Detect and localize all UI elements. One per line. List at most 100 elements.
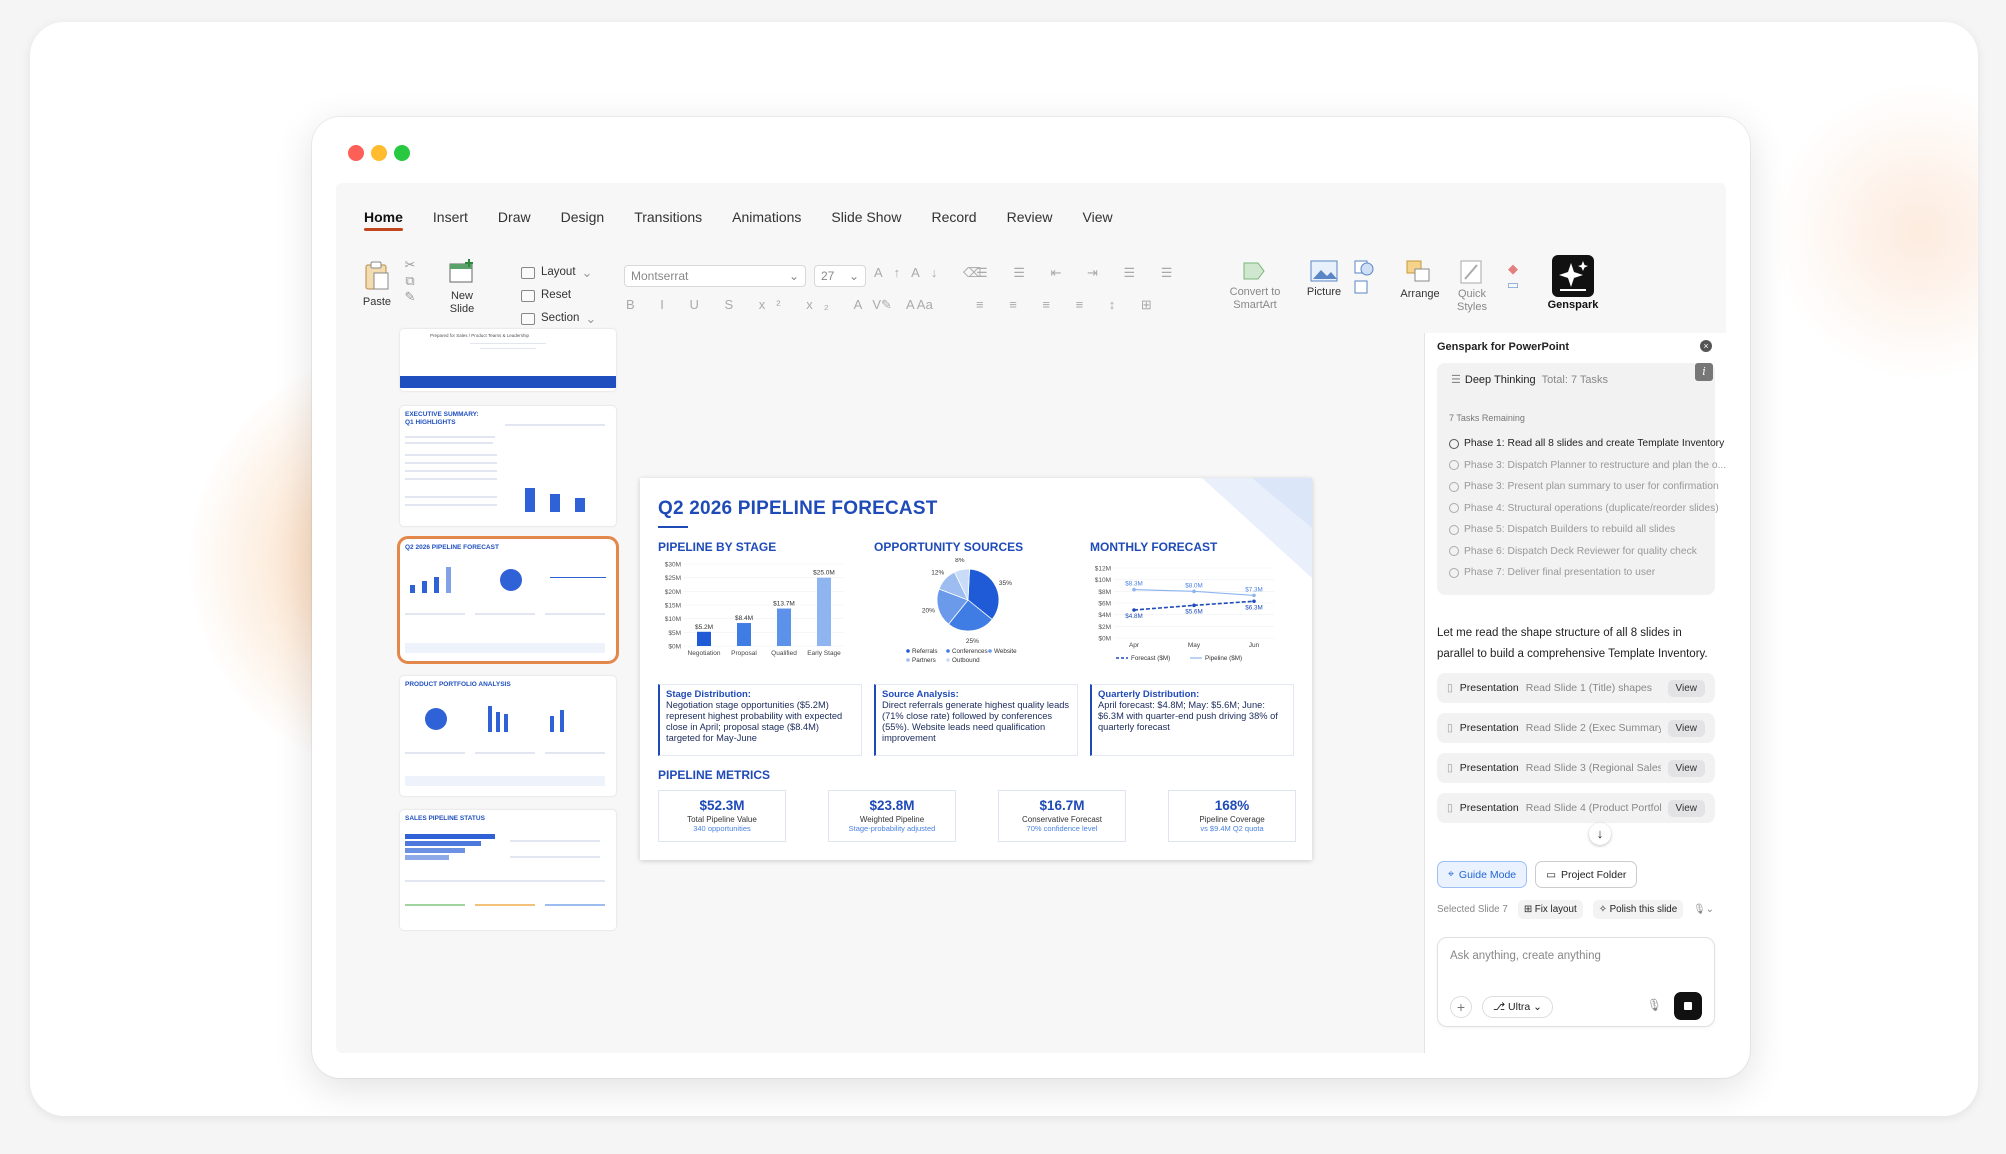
tab-home[interactable]: Home: [364, 209, 403, 231]
bar-value-label: $25.0M: [813, 570, 835, 577]
voice-options-icon[interactable]: 🎙⌄: [1693, 904, 1714, 915]
bar-value-label: $8.4M: [735, 615, 753, 622]
task-item: Phase 5: Dispatch Builders to rebuild al…: [1449, 519, 1726, 541]
tab-animations[interactable]: Animations: [732, 209, 801, 231]
microphone-icon[interactable]: 🎙: [1647, 998, 1662, 1012]
arrange-label: Arrange: [1400, 288, 1440, 300]
task-status-icon: [1449, 524, 1459, 535]
document-icon: ▯: [1447, 802, 1453, 814]
metric-card: 168% Pipeline Coverage vs $9.4M Q2 quota: [1168, 790, 1296, 842]
y-tick-label: $25M: [665, 575, 681, 582]
view-button[interactable]: View: [1667, 759, 1705, 777]
current-slide[interactable]: Q2 2026 PIPELINE FORECAST PIPELINE BY ST…: [640, 478, 1312, 860]
maximize-window-button[interactable]: [394, 145, 410, 161]
slide-canvas: Q2 2026 PIPELINE FORECAST PIPELINE BY ST…: [626, 333, 1436, 1053]
genspark-button[interactable]: Genspark: [1544, 255, 1602, 312]
copy-icon[interactable]: ⧉: [398, 273, 422, 289]
stop-button[interactable]: [1674, 992, 1702, 1020]
chevron-down-icon: ⌄: [848, 269, 859, 283]
align-icons[interactable]: ≡ ≡ ≡ ≡ ↕ ⊞: [976, 297, 1163, 313]
model-select[interactable]: ⎇ Ultra ⌄: [1482, 996, 1553, 1018]
list-indent-icons[interactable]: ☰ ☰ ⇤ ⇥ ☰ ☰: [976, 265, 1183, 281]
metric-value: $23.8M: [869, 798, 915, 813]
reset-button[interactable]: Reset: [521, 284, 596, 307]
task-label: Phase 4: Structural operations (duplicat…: [1464, 502, 1719, 514]
paste-button[interactable]: Paste: [356, 259, 398, 309]
y-tick-label: $15M: [665, 603, 681, 610]
add-icon[interactable]: +: [1450, 996, 1472, 1018]
y-tick-label: $8M: [1098, 589, 1111, 596]
tab-review[interactable]: Review: [1007, 209, 1053, 231]
chevron-down-icon: ⌄: [581, 265, 593, 280]
y-tick-label: $10M: [1095, 577, 1111, 584]
guide-mode-button[interactable]: ⌖ Guide Mode: [1437, 861, 1528, 888]
monthly-line-chart: $0M $2M $4M $6M $8M $10M $12M Apr May Jun $4.8M $5.…: [1095, 566, 1274, 662]
quick-styles-button[interactable]: Quick Styles: [1450, 259, 1494, 314]
tab-view[interactable]: View: [1083, 209, 1113, 231]
assistant-message: Let me read the shape structure of all 8…: [1437, 627, 1708, 660]
thumbnail-slide-1[interactable]: Prepared for Sales / Product Teams & Lea…: [400, 329, 616, 391]
legend-label: Outbound: [952, 657, 980, 664]
y-tick-label: $4M: [1098, 612, 1111, 619]
view-button[interactable]: View: [1667, 679, 1705, 697]
font-grow-shrink-icons[interactable]: A↑A↓ ⌫: [874, 265, 992, 281]
chevron-down-icon: ⌄: [788, 269, 799, 283]
ribbon-toolbar: Paste ✂ ⧉ ✎ New Slide Layout ⌄ Reset Sec…: [336, 253, 1726, 326]
chevron-down-icon: ⌄: [585, 311, 597, 326]
model-label: Ultra: [1508, 1001, 1531, 1013]
font-size-value: 27: [821, 269, 835, 283]
scroll-down-icon[interactable]: ↓: [1589, 823, 1611, 845]
thumbnail-slide-4[interactable]: PRODUCT PORTFOLIO ANALYSIS: [400, 676, 616, 796]
new-slide-button[interactable]: New Slide: [440, 257, 484, 316]
info-icon[interactable]: i: [1695, 363, 1713, 381]
deep-thinking-header[interactable]: ☰ Deep Thinking Total: 7 Tasks: [1451, 373, 1608, 386]
action-desc: Read Slide 2 (Exec Summary) ...: [1525, 722, 1661, 734]
metric-card: $23.8M Weighted Pipeline Stage-probabili…: [828, 790, 956, 842]
genspark-label: Genspark: [1547, 299, 1599, 311]
x-tick-label: Jun: [1249, 642, 1260, 649]
tab-record[interactable]: Record: [931, 209, 976, 231]
tab-insert[interactable]: Insert: [433, 209, 468, 231]
close-window-button[interactable]: [348, 145, 364, 161]
metric-value: $52.3M: [699, 798, 745, 813]
metric-sub: vs $9.4M Q2 quota: [1200, 824, 1264, 833]
shapes-button[interactable]: [1350, 259, 1380, 298]
highlight-font-color-icons[interactable]: ✎ A: [881, 297, 936, 313]
tab-draw[interactable]: Draw: [498, 209, 531, 231]
shapes-icon: [1354, 260, 1374, 294]
legend-swatch: [946, 658, 950, 662]
cut-icon[interactable]: ✂: [398, 257, 422, 273]
arrange-button[interactable]: Arrange: [1396, 259, 1444, 301]
picture-button[interactable]: Picture: [1302, 259, 1346, 299]
series-point: [1192, 589, 1196, 594]
legend-swatch: [906, 658, 910, 662]
tab-design[interactable]: Design: [561, 209, 605, 231]
chat-input[interactable]: Ask anything, create anything + ⎇ Ultra …: [1437, 937, 1715, 1027]
view-button[interactable]: View: [1667, 799, 1705, 817]
tab-transitions[interactable]: Transitions: [634, 209, 702, 231]
guide-mode-label: Guide Mode: [1458, 868, 1517, 881]
format-painter-icon[interactable]: ✎: [398, 289, 422, 305]
task-label: Phase 3: Present plan summary to user fo…: [1464, 481, 1719, 492]
convert-smartart-button[interactable]: Convert to SmartArt: [1224, 259, 1286, 312]
layout-button[interactable]: Layout ⌄: [521, 261, 596, 284]
font-size-select[interactable]: 27 ⌄: [814, 265, 866, 287]
fix-layout-button[interactable]: ⊞ Fix layout: [1517, 900, 1583, 919]
fill-outline-tools[interactable]: ◆ ▭: [1496, 261, 1530, 293]
font-family-select[interactable]: Montserrat ⌄: [624, 265, 806, 287]
y-tick-label: $5M: [668, 630, 681, 637]
bar-value-label: $5.2M: [695, 624, 713, 631]
thumbnail-slide-2[interactable]: EXECUTIVE SUMMARY: Q1 HIGHLIGHTS: [400, 406, 616, 526]
metric-value: $16.7M: [1039, 798, 1085, 813]
view-button[interactable]: View: [1667, 719, 1705, 737]
y-tick-label: $30M: [665, 562, 681, 569]
tab-slide-show[interactable]: Slide Show: [831, 209, 901, 231]
project-folder-button[interactable]: ▭ Project Folder: [1535, 861, 1638, 888]
close-icon[interactable]: ×: [1700, 340, 1712, 352]
section-button[interactable]: Section ⌄: [521, 307, 596, 330]
genspark-icon: [1552, 255, 1594, 297]
thumbnail-slide-5[interactable]: SALES PIPELINE STATUS: [400, 810, 616, 930]
thumbnail-slide-3[interactable]: Q2 2026 PIPELINE FORECAST: [397, 536, 619, 664]
minimize-window-button[interactable]: [371, 145, 387, 161]
polish-slide-button[interactable]: ✧ Polish this slide: [1592, 900, 1684, 919]
